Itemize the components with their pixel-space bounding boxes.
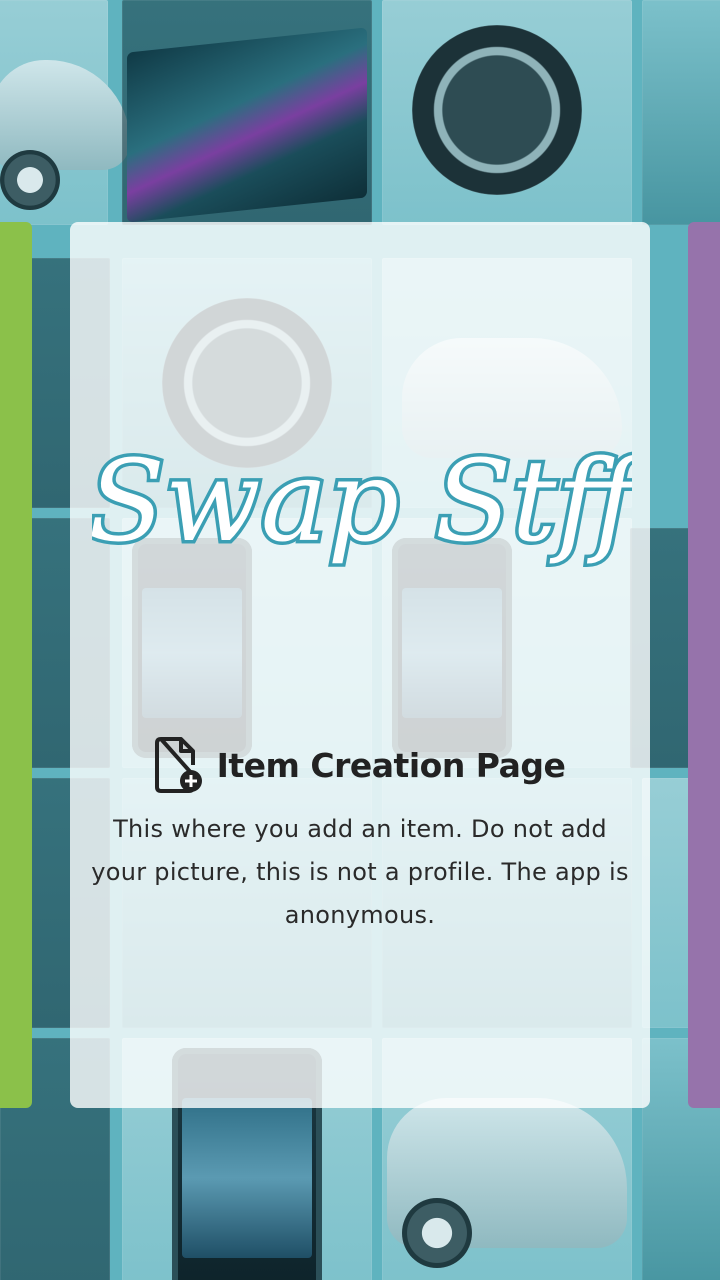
- car-photo-tile: [0, 0, 130, 225]
- watch-photo-tile: [382, 0, 632, 225]
- onboarding-card: [70, 222, 650, 1108]
- page-title-row: Item Creation Page: [70, 730, 650, 800]
- page-description: This where you add an item. Do not add y…: [91, 815, 629, 929]
- next-page-panel[interactable]: [688, 222, 720, 1108]
- tablet-photo-tile: [122, 0, 372, 225]
- previous-page-panel[interactable]: [0, 222, 32, 1108]
- page-title: Item Creation Page: [216, 745, 566, 785]
- file-add-icon: [154, 737, 202, 793]
- photo-tile: [642, 0, 720, 225]
- app-logo-text: Swap Stff: [92, 437, 632, 567]
- app-logo: Swap Stff: [92, 434, 632, 571]
